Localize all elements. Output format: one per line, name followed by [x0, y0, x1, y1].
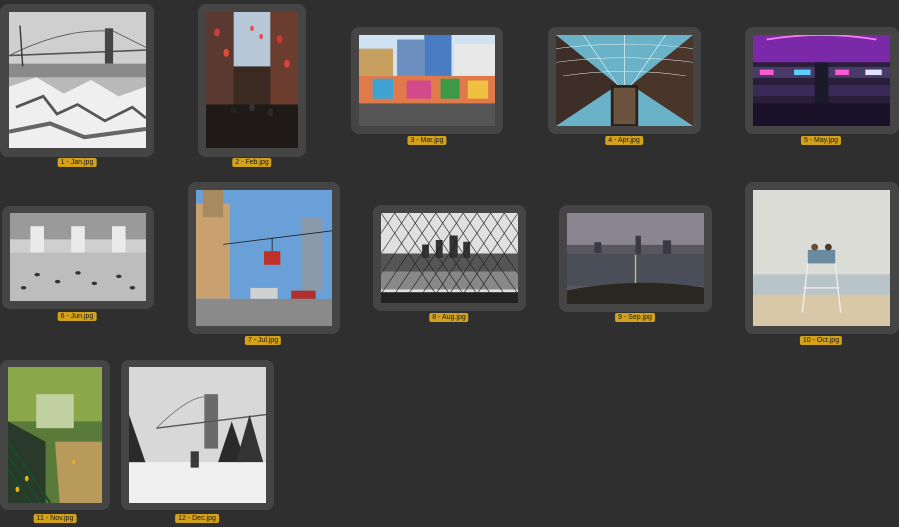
fence-skyline-photo-icon[interactable] — [381, 213, 518, 303]
file-name-label[interactable]: 4 - Apr.jpg — [605, 136, 643, 145]
file-name-label[interactable]: 3 - Mar.jpg — [407, 136, 447, 145]
neon-mall-photo-icon[interactable] — [753, 35, 890, 126]
file-name-label[interactable]: 7 - Jul.jpg — [244, 336, 282, 345]
glass-dome-photo-icon[interactable] — [556, 35, 693, 126]
street-lanterns-photo-icon[interactable] — [206, 12, 298, 148]
tramway-street-photo-icon[interactable] — [196, 190, 332, 326]
file-name-label[interactable]: 5 - May.jpg — [800, 136, 842, 145]
file-name-label[interactable]: 9 - Sep.jpg — [615, 313, 655, 322]
graffiti-wall-photo-icon[interactable] — [359, 35, 495, 126]
file-name-label[interactable]: 2 - Feb.jpg — [232, 158, 272, 167]
file-name-label[interactable]: 12 - Dec.jpg — [175, 514, 219, 523]
bridge-snow-photo-icon[interactable] — [9, 12, 146, 148]
file-name-label[interactable]: 8 - Aug.jpg — [429, 313, 469, 322]
file-name-label[interactable]: 11 - Nov.jpg — [33, 514, 77, 523]
waterfront-skyline-photo-icon[interactable] — [567, 213, 704, 304]
file-name-label[interactable]: 10 - Oct.jpg — [799, 336, 843, 345]
autumn-park-photo-icon[interactable] — [8, 367, 102, 503]
grand-hall-photo-icon[interactable] — [10, 213, 146, 301]
winter-bridge-photo-icon[interactable] — [129, 367, 266, 503]
file-name-label[interactable]: 1 - Jan.jpg — [57, 158, 97, 167]
thumbnail-grid: 1 - Jan.jpg 2 - Feb.jpg 3 - Mar.jpg 4 - … — [0, 0, 899, 527]
lifeguard-beach-photo-icon[interactable] — [753, 190, 890, 326]
file-name-label[interactable]: 6 - Jun.jpg — [57, 312, 97, 321]
